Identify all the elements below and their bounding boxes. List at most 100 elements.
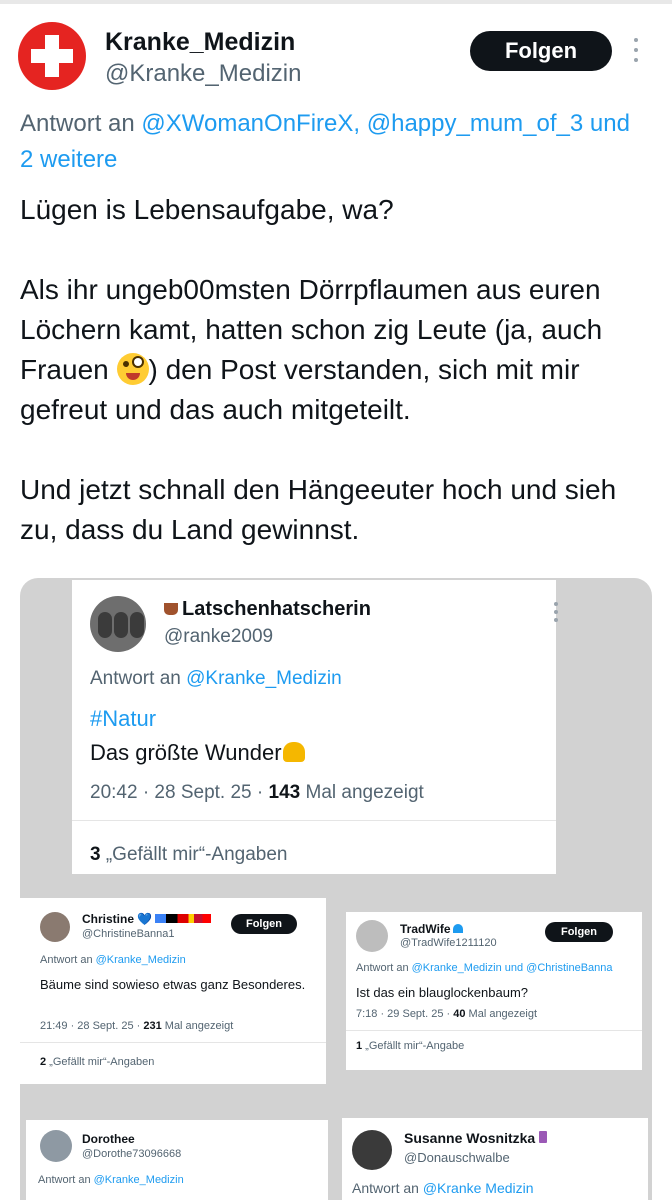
card-meta: 20:42 · 28 Sept. 25 · 143 Mal angezeigt — [90, 782, 424, 804]
tweet-paragraph: Lügen is Lebensaufgabe, wa? — [20, 194, 394, 225]
mention-link: @Kranke_Medizin und @ChristineBanna — [411, 962, 613, 974]
swiss-cross-bar — [31, 49, 73, 63]
like-label: „Gefällt mir“-Angaben — [46, 1056, 155, 1068]
card-author-name: TradWife — [400, 922, 463, 936]
more-dot — [634, 38, 638, 42]
reply-separator: , — [353, 110, 367, 137]
tweet-text: Lügen is Lebensaufgabe, wa? Als ihr unge… — [20, 190, 660, 550]
tweet-header: Kranke_Medizin @Kranke_Medizin Folgen — [18, 22, 654, 92]
more-dot — [634, 48, 638, 52]
card-reply-context: Antwort an @Kranke_Medizin — [38, 1174, 184, 1186]
like-label: „Gefällt mir“-Angabe — [362, 1040, 465, 1052]
mention-link[interactable]: @happy_mum_of_3 — [367, 110, 584, 137]
card-text: Ist das ein blauglockenbaum? — [356, 985, 529, 1000]
top-divider — [0, 0, 672, 4]
mention-link: @Kranke_Medizin — [186, 668, 342, 689]
divider — [346, 1030, 642, 1031]
avatar — [40, 1130, 72, 1162]
reply-prefix: Antwort an — [90, 668, 187, 689]
card-author-handle: @TradWife1211120 — [400, 937, 497, 949]
reply-prefix: Antwort an — [20, 110, 142, 137]
media-image[interactable]: Latschenhatscherin @ranke2009 Antwort an… — [20, 578, 652, 1200]
card-reply-context: Antwort an @Kranke_Medizin und @Christin… — [356, 962, 613, 974]
screenshot-card: TradWife @TradWife1211120 Folgen Antwort… — [346, 912, 642, 1070]
more-dot — [554, 602, 558, 606]
view-label: Mal angezeigt — [300, 782, 424, 803]
avatar[interactable] — [18, 22, 86, 90]
card-likes: 3 „Gefällt mir“-Angaben — [90, 844, 287, 866]
card-author-name: Latschenhatscherin — [164, 598, 371, 621]
card-author-name-text: TradWife — [400, 922, 451, 936]
more-dot — [554, 618, 558, 622]
reply-prefix: Antwort an — [40, 954, 96, 966]
view-label: Mal angezeigt — [161, 1020, 234, 1032]
follow-button[interactable]: Folgen — [470, 31, 612, 71]
card-timestamp: 7:18 · 29 Sept. 25 · — [356, 1008, 454, 1020]
card-timestamp: 20:42 · 28 Sept. 25 · — [90, 782, 269, 803]
card-reply-context: Antwort an @Kranke Medizin — [352, 1180, 534, 1196]
divider — [20, 1042, 326, 1043]
card-author-name-text: Christine 💙 — [82, 912, 153, 926]
magazine-icon — [539, 1131, 548, 1143]
card-reply-context: Antwort an @Kranke_Medizin — [40, 954, 186, 966]
screenshot-card: Dorothee @Dorothe73096668 Antwort an @Kr… — [26, 1120, 328, 1200]
coffee-icon — [164, 603, 178, 615]
card-meta: 7:18 · 29 Sept. 25 · 40 Mal angezeigt — [356, 1008, 537, 1020]
reply-prefix: Antwort an — [352, 1180, 423, 1196]
mention-link: @Kranke Medizin — [422, 1180, 534, 1196]
card-author-name: Dorothee — [82, 1132, 135, 1146]
card-text: Bäume sind sowieso etwas ganz Besonderes… — [40, 977, 306, 992]
divider — [72, 820, 556, 821]
card-meta: 21:49 · 28 Sept. 25 · 231 Mal angezeigt — [40, 1020, 233, 1032]
reply-context: Antwort an @XWomanOnFireX, @happy_mum_of… — [20, 106, 670, 178]
more-dot — [554, 610, 558, 614]
card-author-name: Susanne Wosnitzka — [404, 1130, 548, 1146]
mention-link: @Kranke_Medizin — [95, 954, 186, 966]
avatar — [40, 912, 70, 942]
card-likes: 1 „Gefällt mir“-Angabe — [356, 1040, 464, 1052]
card-author-handle: @ChristineBanna1 — [82, 928, 175, 940]
avatar-shape — [98, 612, 112, 638]
card-text: Das größte Wunder — [90, 740, 305, 766]
like-label: „Gefällt mir“-Angaben — [100, 844, 288, 865]
card-author-name: Christine 💙 — [82, 912, 212, 926]
mention-link[interactable]: @XWomanOnFireX — [141, 110, 353, 137]
screenshot-card: Latschenhatscherin @ranke2009 Antwort an… — [72, 580, 558, 874]
tweet-paragraph: Und jetzt schnall den Hängeeuter hoch un… — [20, 474, 617, 545]
tweet-paragraph: Als ihr ungeb00msten Dörrpflaumen aus eu… — [20, 270, 660, 430]
more-dot — [634, 58, 638, 62]
more-options-icon[interactable] — [626, 36, 646, 66]
view-count: 40 — [453, 1008, 466, 1020]
view-count: 231 — [143, 1020, 162, 1032]
card-author-name-text: Latschenhatscherin — [182, 598, 371, 620]
card-author-handle: @ranke2009 — [164, 626, 274, 647]
author-name[interactable]: Kranke_Medizin — [105, 28, 295, 57]
reply-prefix: Antwort an — [38, 1174, 94, 1186]
card-author-handle: @Donauschwalbe — [404, 1150, 510, 1165]
praying-hands-icon — [282, 742, 305, 762]
card-text-content: Das größte Wunder — [90, 740, 282, 765]
reply-prefix: Antwort an — [356, 962, 412, 974]
avatar — [352, 1130, 392, 1170]
follow-button: Folgen — [231, 914, 297, 934]
avatar — [356, 920, 388, 952]
avatar — [90, 596, 146, 652]
view-count: 143 — [268, 782, 301, 803]
view-label: Mal angezeigt — [465, 1008, 538, 1020]
mention-link: @Kranke_Medizin — [93, 1174, 184, 1186]
avatar-shape — [114, 612, 128, 638]
screenshot-card: Christine 💙 @ChristineBanna1 Folgen Antw… — [20, 898, 326, 1084]
zany-face-emoji-icon — [116, 353, 149, 385]
screenshot-card: Susanne Wosnitzka @Donauschwalbe Antwort… — [342, 1118, 648, 1200]
avatar-shape — [130, 612, 144, 638]
reply-and: und — [583, 110, 630, 137]
card-timestamp: 21:49 · 28 Sept. 25 · — [40, 1020, 144, 1032]
card-likes: 2 „Gefällt mir“-Angaben — [40, 1056, 154, 1068]
follow-button: Folgen — [545, 922, 613, 942]
more-options-icon — [550, 602, 562, 624]
more-mentions-link[interactable]: 2 weitere — [20, 146, 117, 173]
blue-heart-icon — [452, 924, 463, 933]
author-handle[interactable]: @Kranke_Medizin — [105, 60, 301, 88]
card-author-name-text: Susanne Wosnitzka — [404, 1130, 536, 1146]
card-reply-context: Antwort an @Kranke_Medizin — [90, 668, 342, 690]
